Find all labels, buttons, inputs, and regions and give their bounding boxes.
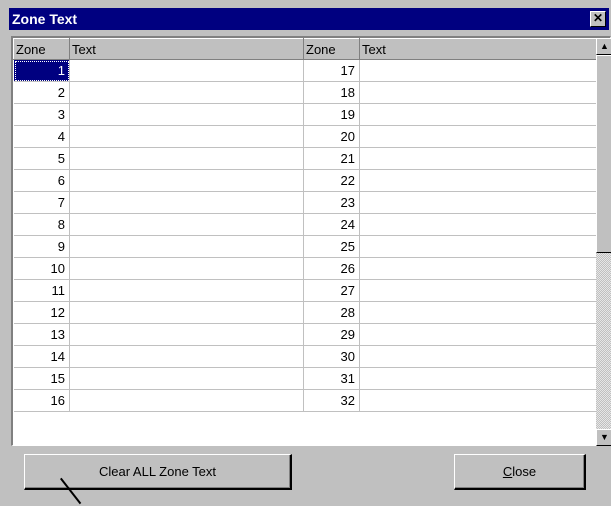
close-button-label: lose	[512, 464, 537, 479]
text-cell[interactable]	[69, 235, 304, 258]
zone-cell[interactable]: 30	[303, 345, 360, 368]
text-cell[interactable]	[359, 147, 597, 170]
column-header-text[interactable]: Text	[69, 38, 304, 60]
text-cell[interactable]	[69, 323, 304, 346]
text-cell[interactable]	[359, 279, 597, 302]
text-cell[interactable]	[69, 59, 304, 82]
zone-cell[interactable]: 15	[13, 367, 70, 390]
text-cell[interactable]	[69, 103, 304, 126]
table-row: 8 24	[13, 213, 597, 236]
table-row: 16 32	[13, 389, 597, 412]
text-cell[interactable]	[359, 191, 597, 214]
text-cell[interactable]	[69, 389, 304, 412]
column-header-zone[interactable]: Zone	[303, 38, 360, 60]
text-cell[interactable]	[359, 213, 597, 236]
title-bar[interactable]: Zone Text ✕	[9, 8, 609, 30]
zone-cell[interactable]: 10	[13, 257, 70, 280]
text-cell[interactable]	[359, 81, 597, 104]
text-cell[interactable]	[359, 389, 597, 412]
table-row: 15 31	[13, 367, 597, 390]
text-cell[interactable]	[359, 367, 597, 390]
close-icon[interactable]: ✕	[590, 11, 606, 27]
zone-cell[interactable]: 21	[303, 147, 360, 170]
zone-cell[interactable]: 18	[303, 81, 360, 104]
zone-cell[interactable]: 12	[13, 301, 70, 324]
arrow-up-icon[interactable]: ▲	[596, 38, 611, 55]
text-cell[interactable]	[69, 191, 304, 214]
zone-cell[interactable]: 6	[13, 169, 70, 192]
text-cell[interactable]	[69, 345, 304, 368]
text-cell[interactable]	[359, 125, 597, 148]
zone-cell[interactable]: 25	[303, 235, 360, 258]
text-cell[interactable]	[69, 367, 304, 390]
text-cell[interactable]	[359, 103, 597, 126]
text-cell[interactable]	[69, 257, 304, 280]
zone-cell[interactable]: 4	[13, 125, 70, 148]
table-row: 2 18	[13, 81, 597, 104]
close-button-mnemonic: C	[502, 464, 513, 479]
table-row: 11 27	[13, 279, 597, 302]
table-row: 13 29	[13, 323, 597, 346]
zone-cell[interactable]: 26	[303, 257, 360, 280]
text-cell[interactable]	[359, 345, 597, 368]
zone-cell[interactable]: 29	[303, 323, 360, 346]
zone-cell[interactable]: 22	[303, 169, 360, 192]
zone-cell[interactable]: 1	[13, 59, 70, 82]
zone-cell[interactable]: 27	[303, 279, 360, 302]
window-title: Zone Text	[12, 11, 78, 27]
close-button[interactable]: Close	[454, 454, 586, 490]
zone-text-grid: Zone Text Zone Text 1 17 2 18 3 19 4 20 5 21 6 22 7 2…	[11, 36, 611, 446]
zone-cell[interactable]: 16	[13, 389, 70, 412]
zone-cell[interactable]: 31	[303, 367, 360, 390]
text-cell[interactable]	[359, 301, 597, 324]
table-row: 7 23	[13, 191, 597, 214]
zone-cell[interactable]: 28	[303, 301, 360, 324]
table-row: 10 26	[13, 257, 597, 280]
zone-cell[interactable]: 20	[303, 125, 360, 148]
zone-cell[interactable]: 17	[303, 59, 360, 82]
text-cell[interactable]	[359, 257, 597, 280]
zone-cell[interactable]: 24	[303, 213, 360, 236]
table-row: 14 30	[13, 345, 597, 368]
table-row: 3 19	[13, 103, 597, 126]
table-row: 5 21	[13, 147, 597, 170]
table-row: 4 20	[13, 125, 597, 148]
table-row: 12 28	[13, 301, 597, 324]
zone-cell[interactable]: 3	[13, 103, 70, 126]
text-cell[interactable]	[69, 81, 304, 104]
zone-cell[interactable]: 13	[13, 323, 70, 346]
zone-cell[interactable]: 2	[13, 81, 70, 104]
text-cell[interactable]	[69, 147, 304, 170]
column-header-text[interactable]: Text	[359, 38, 597, 60]
text-cell[interactable]	[359, 59, 597, 82]
zone-cell[interactable]: 32	[303, 389, 360, 412]
text-cell[interactable]	[359, 323, 597, 346]
zone-cell[interactable]: 5	[13, 147, 70, 170]
zone-cell[interactable]: 23	[303, 191, 360, 214]
zone-cell[interactable]: 19	[303, 103, 360, 126]
text-cell[interactable]	[69, 213, 304, 236]
arrow-down-icon[interactable]: ▼	[596, 429, 611, 446]
text-cell[interactable]	[69, 301, 304, 324]
text-cell[interactable]	[69, 125, 304, 148]
zone-cell[interactable]: 11	[13, 279, 70, 302]
zone-text-dialog: Zone Text ✕ Zone Text Zone Text 1 17 2 18 3 1…	[0, 0, 611, 506]
scrollbar-thumb[interactable]	[596, 55, 611, 253]
zone-cell[interactable]: 14	[13, 345, 70, 368]
column-header-zone[interactable]: Zone	[13, 38, 70, 60]
table-row: 1 17	[13, 59, 597, 82]
text-cell[interactable]	[69, 169, 304, 192]
zone-cell[interactable]: 7	[13, 191, 70, 214]
zone-cell[interactable]: 8	[13, 213, 70, 236]
zone-cell[interactable]: 9	[13, 235, 70, 258]
table-header-row: Zone Text Zone Text	[13, 38, 597, 60]
vertical-scrollbar[interactable]: ▲ ▼	[596, 38, 611, 446]
text-cell[interactable]	[359, 169, 597, 192]
zone-table: Zone Text Zone Text 1 17 2 18 3 19 4 20 5 21 6 22 7 2…	[13, 38, 597, 412]
table-row: 6 22	[13, 169, 597, 192]
clear-all-button-label: Clear ALL Zone Text	[98, 464, 217, 479]
table-row: 9 25	[13, 235, 597, 258]
text-cell[interactable]	[359, 235, 597, 258]
text-cell[interactable]	[69, 279, 304, 302]
